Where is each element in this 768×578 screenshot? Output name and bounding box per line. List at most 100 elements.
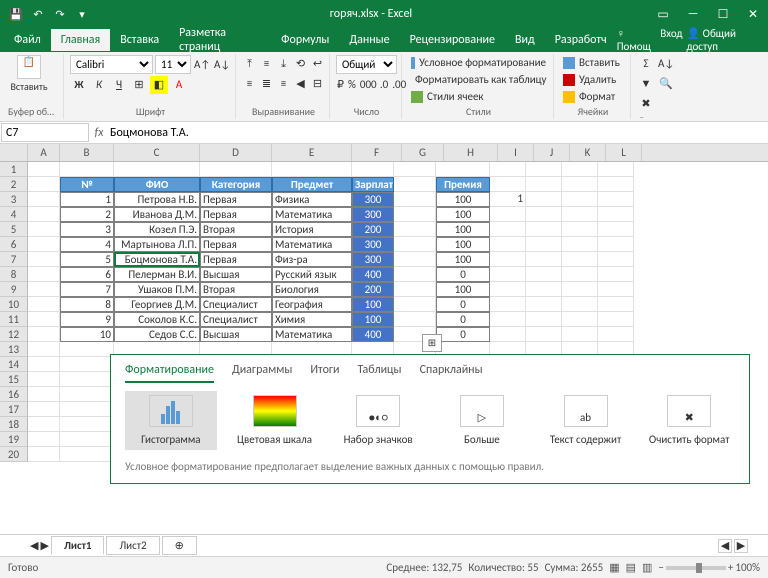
cell[interactable] — [598, 237, 634, 252]
cell[interactable] — [490, 282, 526, 297]
cell[interactable] — [526, 207, 562, 222]
signin[interactable]: Вход — [660, 27, 682, 53]
cell[interactable] — [28, 252, 60, 267]
cell[interactable]: 5 — [60, 252, 114, 267]
cell[interactable] — [562, 297, 598, 312]
view-break-icon[interactable]: ▥ — [642, 561, 652, 574]
cell[interactable]: Петрова Н.В. — [114, 192, 200, 207]
cell[interactable] — [60, 447, 114, 462]
cell-styles-button[interactable]: Стили ячеек — [408, 89, 549, 104]
zoom-slider[interactable] — [666, 566, 726, 570]
cell[interactable] — [28, 402, 60, 417]
align-c-icon[interactable]: ≣ — [259, 75, 274, 93]
fx-icon[interactable]: fx — [90, 126, 108, 140]
cell[interactable]: Математика — [272, 207, 352, 222]
new-sheet-button[interactable]: ⊕ — [162, 536, 197, 555]
zoom-out-icon[interactable]: − — [658, 561, 663, 574]
zoom-in-icon[interactable]: + — [728, 561, 733, 574]
cell[interactable] — [598, 282, 634, 297]
format-as-table-button[interactable]: Форматировать как таблицу — [408, 72, 549, 87]
cell[interactable] — [526, 312, 562, 327]
cell[interactable]: 400 — [352, 327, 394, 342]
clear-icon[interactable]: ✖ — [637, 95, 655, 113]
cell[interactable]: 100 — [436, 252, 490, 267]
cell[interactable] — [28, 207, 60, 222]
cell[interactable] — [490, 297, 526, 312]
row-header[interactable]: 9 — [0, 282, 28, 297]
cell[interactable] — [562, 192, 598, 207]
cell[interactable]: Предмет — [272, 177, 352, 192]
cell[interactable]: 300 — [352, 237, 394, 252]
qat-more-icon[interactable]: ▾ — [74, 6, 90, 22]
cell[interactable]: Специалист — [200, 312, 272, 327]
cell[interactable]: Высшая — [200, 327, 272, 342]
cell[interactable]: 100 — [352, 312, 394, 327]
fill-icon[interactable]: ▼ — [637, 75, 655, 93]
paste-button[interactable]: 📋Вставить — [8, 55, 50, 93]
col-f[interactable]: F — [352, 144, 402, 161]
qa-opt-greater[interactable]: ▷Больше — [436, 391, 528, 450]
tab-formulas[interactable]: Формулы — [271, 29, 339, 51]
col-a[interactable]: A — [28, 144, 60, 161]
cell[interactable] — [490, 207, 526, 222]
col-g[interactable]: G — [402, 144, 444, 161]
ribbon-opts-icon[interactable]: ▭ — [652, 7, 674, 22]
sheet-nav-prev[interactable]: ◀ — [30, 539, 38, 552]
view-normal-icon[interactable]: ▦ — [609, 561, 619, 574]
cell[interactable]: Математика — [272, 237, 352, 252]
cell[interactable]: Георгиев Д.М. — [114, 297, 200, 312]
cell[interactable] — [28, 327, 60, 342]
cell[interactable]: Зарплата — [352, 177, 394, 192]
cell[interactable] — [598, 162, 634, 177]
align-bot-icon[interactable]: ⤓ — [276, 55, 291, 73]
merge-icon[interactable]: ⊟ — [310, 75, 325, 93]
cell[interactable]: 100 — [436, 237, 490, 252]
cell[interactable] — [394, 237, 436, 252]
tab-home[interactable]: Главная — [51, 29, 110, 51]
cell[interactable]: Физ-ра — [272, 252, 352, 267]
cell[interactable]: Пелерман В.И. — [114, 267, 200, 282]
row-header[interactable]: 5 — [0, 222, 28, 237]
cell[interactable] — [28, 447, 60, 462]
row-header[interactable]: 20 — [0, 447, 28, 462]
cell[interactable] — [394, 207, 436, 222]
cell[interactable] — [562, 237, 598, 252]
cell[interactable]: Вторая — [200, 282, 272, 297]
cell[interactable]: Иванова Д.М. — [114, 207, 200, 222]
cell[interactable]: 9 — [60, 312, 114, 327]
quick-analysis-icon[interactable]: ⊞ — [422, 334, 442, 352]
cell[interactable]: 100 — [436, 282, 490, 297]
orient-icon[interactable]: ⟲ — [293, 55, 308, 73]
cell[interactable]: 4 — [60, 237, 114, 252]
align-r-icon[interactable]: ≡ — [276, 75, 291, 93]
col-j[interactable]: J — [534, 144, 570, 161]
cell[interactable]: 0 — [436, 267, 490, 282]
tab-file[interactable]: Файл — [4, 29, 51, 51]
row-header[interactable]: 13 — [0, 342, 28, 357]
cell[interactable]: 6 — [60, 267, 114, 282]
cell[interactable] — [394, 252, 436, 267]
delete-cells-button[interactable]: Удалить — [560, 72, 626, 87]
select-all[interactable] — [0, 144, 28, 161]
comma-icon[interactable]: 000 — [359, 76, 377, 94]
cell[interactable]: 100 — [436, 207, 490, 222]
cell[interactable] — [526, 252, 562, 267]
cell[interactable]: № — [60, 177, 114, 192]
cell[interactable] — [490, 177, 526, 192]
row-header[interactable]: 11 — [0, 312, 28, 327]
cell[interactable] — [526, 327, 562, 342]
cond-format-button[interactable]: Условное форматирование — [408, 55, 549, 70]
cell[interactable] — [562, 162, 598, 177]
cell[interactable] — [436, 162, 490, 177]
qa-opt-iconset[interactable]: ●◐○Набор значков — [332, 391, 424, 450]
find-icon[interactable]: 🔍 — [657, 75, 675, 93]
cell[interactable] — [28, 282, 60, 297]
cell[interactable]: 3 — [60, 222, 114, 237]
cell[interactable] — [60, 402, 114, 417]
cell[interactable]: Химия — [272, 312, 352, 327]
row-header[interactable]: 12 — [0, 327, 28, 342]
cell[interactable]: Седов С.С. — [114, 327, 200, 342]
insert-cells-button[interactable]: Вставить — [560, 55, 626, 70]
percent-icon[interactable]: % — [347, 76, 357, 94]
name-box[interactable] — [1, 123, 89, 142]
